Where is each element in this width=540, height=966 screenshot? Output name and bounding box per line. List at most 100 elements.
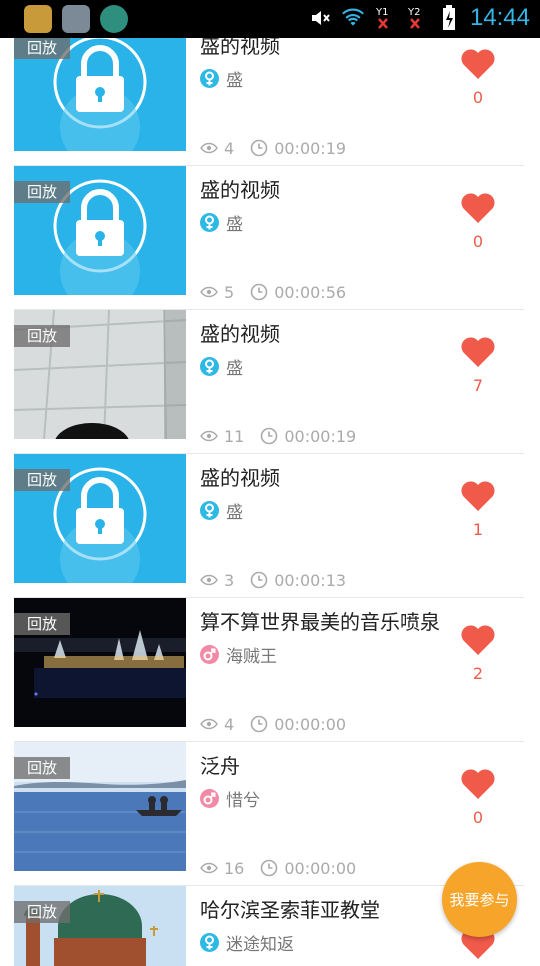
female-icon (200, 357, 219, 376)
clock-icon (250, 139, 268, 157)
uploader-name: 迷途知返 (226, 935, 294, 955)
video-row-1[interactable]: 回放 盛的视频 盛 4 00:00:19 0 (14, 22, 524, 166)
status-bar: Y1 Y2 14:44 (0, 0, 540, 38)
video-thumbnail[interactable]: 回放 (14, 454, 186, 583)
view-count: 5 (224, 282, 235, 302)
heart-icon[interactable] (460, 192, 496, 224)
uploader-name: 盛 (226, 503, 243, 523)
notification-icons (24, 5, 128, 33)
view-count: 16 (224, 858, 245, 878)
female-icon (200, 213, 219, 232)
heart-icon[interactable] (460, 624, 496, 656)
video-row-2[interactable]: 回放 盛的视频 盛 5 00:00:56 0 (14, 166, 524, 310)
participate-button[interactable]: 我要参与 (442, 862, 517, 937)
video-thumbnail[interactable]: 回放 (14, 742, 186, 871)
uploader-name: 盛 (226, 359, 243, 379)
shield-app-icon (62, 5, 90, 33)
replay-badge: 回放 (14, 181, 70, 203)
battery-charging-icon (438, 5, 460, 31)
video-title[interactable]: 泛舟 (200, 750, 240, 779)
male-icon (200, 645, 219, 664)
replay-badge: 回放 (14, 37, 70, 59)
uploader-name: 盛 (226, 71, 243, 91)
like-count: 0 (472, 88, 484, 107)
eye-icon (200, 430, 218, 442)
video-thumbnail[interactable]: 回放 (14, 166, 186, 295)
uploader[interactable]: 惜兮 (200, 786, 260, 811)
clock-icon (261, 427, 278, 445)
duration: 00:00:19 (284, 426, 357, 446)
video-title[interactable]: 盛的视频 (200, 462, 280, 491)
female-icon (200, 69, 219, 88)
eye-icon (200, 142, 218, 154)
clock: 14:44 (469, 4, 530, 31)
svg-text:Y2: Y2 (407, 7, 420, 18)
wifi-icon (342, 5, 364, 31)
replay-badge: 回放 (14, 325, 70, 347)
game-app-icon (24, 5, 52, 33)
svg-text:Y1: Y1 (375, 7, 388, 18)
replay-badge: 回放 (14, 469, 70, 491)
video-stats: 4 00:00:00 (200, 714, 346, 734)
video-thumbnail[interactable]: 回放 (14, 310, 186, 439)
view-count: 4 (224, 714, 235, 734)
replay-badge: 回放 (14, 901, 70, 923)
like-count: 2 (472, 664, 484, 683)
heart-icon[interactable] (460, 48, 496, 80)
view-count: 4 (224, 138, 235, 158)
view-count: 11 (224, 426, 245, 446)
uploader[interactable]: 盛 (200, 498, 243, 523)
video-stats: 3 00:00:13 (200, 570, 346, 590)
eye-icon (200, 862, 218, 874)
uploader-name: 盛 (226, 215, 243, 235)
uploader-name: 惜兮 (226, 791, 260, 811)
duration: 00:00:19 (274, 138, 347, 158)
video-title[interactable]: 算不算世界最美的音乐喷泉 (200, 606, 440, 635)
eye-icon (200, 574, 218, 586)
uploader[interactable]: 迷途知返 (200, 930, 294, 955)
uploader[interactable]: 海贼王 (200, 642, 277, 667)
video-title[interactable]: 盛的视频 (200, 318, 280, 347)
heart-icon[interactable] (460, 336, 496, 368)
video-thumbnail[interactable]: 回放 (14, 22, 186, 151)
video-row-5[interactable]: 回放 算不算世界最美的音乐喷泉 海贼王 4 00:00:00 2 (14, 598, 524, 742)
view-count: 3 (224, 570, 235, 590)
clock-icon (250, 571, 268, 589)
heart-icon[interactable] (460, 768, 496, 800)
duration: 00:00:56 (274, 282, 347, 302)
duration: 00:00:13 (274, 570, 347, 590)
clock-icon (250, 283, 268, 301)
video-title[interactable]: 哈尔滨圣索菲亚教堂 (200, 894, 380, 923)
like-count: 0 (472, 808, 484, 827)
replay-badge: 回放 (14, 613, 70, 635)
replay-badge: 回放 (14, 757, 70, 779)
like-count: 7 (472, 376, 484, 395)
heart-icon[interactable] (460, 480, 496, 512)
video-stats: 16 00:00:00 (200, 858, 356, 878)
sim1-signal-icon: Y1 (374, 5, 396, 31)
video-row-3[interactable]: 回放 盛的视频 盛 11 00:00:19 7 (14, 310, 524, 454)
uploader[interactable]: 盛 (200, 66, 243, 91)
video-thumbnail[interactable]: 回放 (14, 886, 186, 966)
security-app-icon (100, 5, 128, 33)
video-row-4[interactable]: 回放 盛的视频 盛 3 00:00:13 1 (14, 454, 524, 598)
cathedral-photo (14, 886, 186, 966)
female-icon (200, 933, 219, 952)
male-icon (200, 789, 219, 808)
uploader[interactable]: 盛 (200, 354, 243, 379)
duration: 00:00:00 (284, 858, 357, 878)
eye-icon (200, 286, 218, 298)
like-count: 0 (472, 232, 484, 251)
video-stats: 4 00:00:19 (200, 138, 346, 158)
sim2-signal-icon: Y2 (406, 5, 428, 31)
video-title[interactable]: 盛的视频 (200, 174, 280, 203)
duration: 00:00:00 (274, 714, 347, 734)
video-row-6[interactable]: 回放 泛舟 惜兮 16 00:00:00 0 (14, 742, 524, 886)
mute-icon (310, 5, 332, 31)
video-thumbnail[interactable]: 回放 (14, 598, 186, 727)
clock-icon (261, 859, 278, 877)
uploader-name: 海贼王 (226, 647, 277, 667)
uploader[interactable]: 盛 (200, 210, 243, 235)
female-icon (200, 501, 219, 520)
clock-icon (250, 715, 268, 733)
